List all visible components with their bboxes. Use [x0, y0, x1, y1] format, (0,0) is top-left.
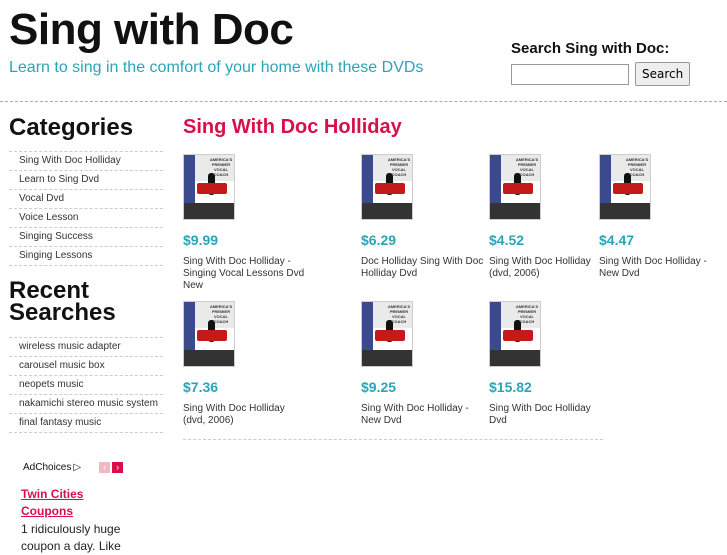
recent-searches-heading: Recent Searches — [9, 277, 116, 326]
adchoices-icon: ▷ — [73, 462, 82, 473]
ad-prev-icon[interactable]: ‹ — [99, 462, 111, 473]
product-title[interactable]: Sing With Doc Holliday - New Dvd — [599, 256, 709, 280]
recent-search-item[interactable]: carousel music box — [9, 357, 163, 376]
product-card[interactable]: AMERICA'S PREMIER VOCAL COACH $9.25 Sing… — [361, 301, 476, 427]
site-header: Sing with Doc Learn to sing in the comfo… — [0, 0, 727, 102]
recent-searches-list: wireless music adapter carousel music bo… — [9, 337, 163, 433]
category-item[interactable]: Singing Lessons — [9, 247, 163, 266]
ad-nav: ‹ › — [99, 462, 125, 473]
product-card[interactable]: AMERICA'S PREMIER VOCAL COACH $7.36 Sing… — [183, 301, 308, 427]
ad-link[interactable]: Twin Cities Coupons — [21, 486, 121, 520]
product-title[interactable]: Sing With Doc Holliday - New Dvd — [361, 403, 476, 427]
cover-text: AMERICA'S PREMIER VOCAL COACH — [209, 157, 233, 177]
search-button[interactable]: Search — [635, 62, 691, 86]
product-title[interactable]: Sing With Doc Holliday (dvd, 2006) — [183, 403, 308, 427]
site-tagline: Learn to sing in the comfort of your hom… — [9, 59, 424, 76]
adchoices-label: AdChoices — [23, 462, 72, 473]
product-image[interactable]: AMERICA'S PREMIER VOCAL COACH — [489, 154, 541, 220]
category-item[interactable]: Sing With Doc Holliday — [9, 152, 163, 171]
product-card[interactable]: AMERICA'S PREMIER VOCAL COACH $4.47 Sing… — [599, 154, 709, 280]
main-content: Sing With Doc Holliday AMERICA'S PREMIER… — [183, 102, 723, 440]
category-item[interactable]: Voice Lesson — [9, 209, 163, 228]
adchoices[interactable]: AdChoices ▷ ‹ › — [23, 462, 163, 473]
product-title[interactable]: Sing With Doc Holliday - Singing Vocal L… — [183, 256, 308, 292]
product-price: $4.47 — [599, 232, 635, 248]
categories-list: Sing With Doc Holliday Learn to Sing Dvd… — [9, 151, 163, 266]
search-label: Search Sing with Doc: — [511, 40, 670, 57]
search-box: Search Sing with Doc: Search — [511, 40, 711, 86]
product-title[interactable]: Doc Holliday Sing With Doc Holliday Dvd — [361, 256, 486, 280]
product-card[interactable]: AMERICA'S PREMIER VOCAL COACH $9.99 Sing… — [183, 154, 308, 292]
product-image[interactable]: AMERICA'S PREMIER VOCAL COACH — [183, 301, 235, 367]
cover-text: AMERICA'S PREMIER VOCAL COACH — [625, 157, 649, 177]
cover-text: AMERICA'S PREMIER VOCAL COACH — [515, 304, 539, 324]
product-image[interactable]: AMERICA'S PREMIER VOCAL COACH — [361, 301, 413, 367]
recent-search-item[interactable]: final fantasy music — [9, 414, 163, 433]
category-item[interactable]: Learn to Sing Dvd — [9, 171, 163, 190]
category-item[interactable]: Singing Success — [9, 228, 163, 247]
product-image[interactable]: AMERICA'S PREMIER VOCAL COACH — [361, 154, 413, 220]
product-image[interactable]: AMERICA'S PREMIER VOCAL COACH — [183, 154, 235, 220]
recent-search-item[interactable]: nakamichi stereo music system — [9, 395, 163, 414]
sidebar: Categories Sing With Doc Holliday Learn … — [9, 102, 163, 555]
ad-next-icon[interactable]: › — [112, 462, 124, 473]
product-price: $6.29 — [361, 232, 397, 248]
product-title[interactable]: Sing With Doc Holliday Dvd — [489, 403, 597, 427]
cover-text: AMERICA'S PREMIER VOCAL COACH — [209, 304, 233, 324]
ad-text: 1 ridiculously huge coupon a day. Like — [21, 522, 121, 553]
recent-search-item[interactable]: wireless music adapter — [9, 338, 163, 357]
product-price: $4.52 — [489, 232, 525, 248]
category-item[interactable]: Vocal Dvd — [9, 190, 163, 209]
cover-text: AMERICA'S PREMIER VOCAL COACH — [515, 157, 539, 177]
product-card[interactable]: AMERICA'S PREMIER VOCAL COACH $15.82 Sin… — [489, 301, 597, 427]
product-price: $9.25 — [361, 379, 397, 395]
product-title[interactable]: Sing With Doc Holliday (dvd, 2006) — [489, 256, 597, 280]
product-card[interactable]: AMERICA'S PREMIER VOCAL COACH $4.52 Sing… — [489, 154, 597, 280]
search-row: Search — [511, 62, 711, 86]
cover-text: AMERICA'S PREMIER VOCAL COACH — [387, 304, 411, 324]
product-grid: AMERICA'S PREMIER VOCAL COACH $9.99 Sing… — [183, 154, 707, 440]
site-title[interactable]: Sing with Doc — [9, 5, 294, 54]
page-title: Sing With Doc Holliday — [183, 116, 402, 138]
product-image[interactable]: AMERICA'S PREMIER VOCAL COACH — [489, 301, 541, 367]
recent-search-item[interactable]: neopets music — [9, 376, 163, 395]
product-price: $9.99 — [183, 232, 219, 248]
cover-text: AMERICA'S PREMIER VOCAL COACH — [387, 157, 411, 177]
product-card[interactable]: AMERICA'S PREMIER VOCAL COACH $6.29 Doc … — [361, 154, 486, 280]
categories-heading: Categories — [9, 114, 134, 141]
product-price: $15.82 — [489, 379, 532, 395]
product-price: $7.36 — [183, 379, 219, 395]
product-image[interactable]: AMERICA'S PREMIER VOCAL COACH — [599, 154, 651, 220]
search-input[interactable] — [511, 63, 629, 85]
